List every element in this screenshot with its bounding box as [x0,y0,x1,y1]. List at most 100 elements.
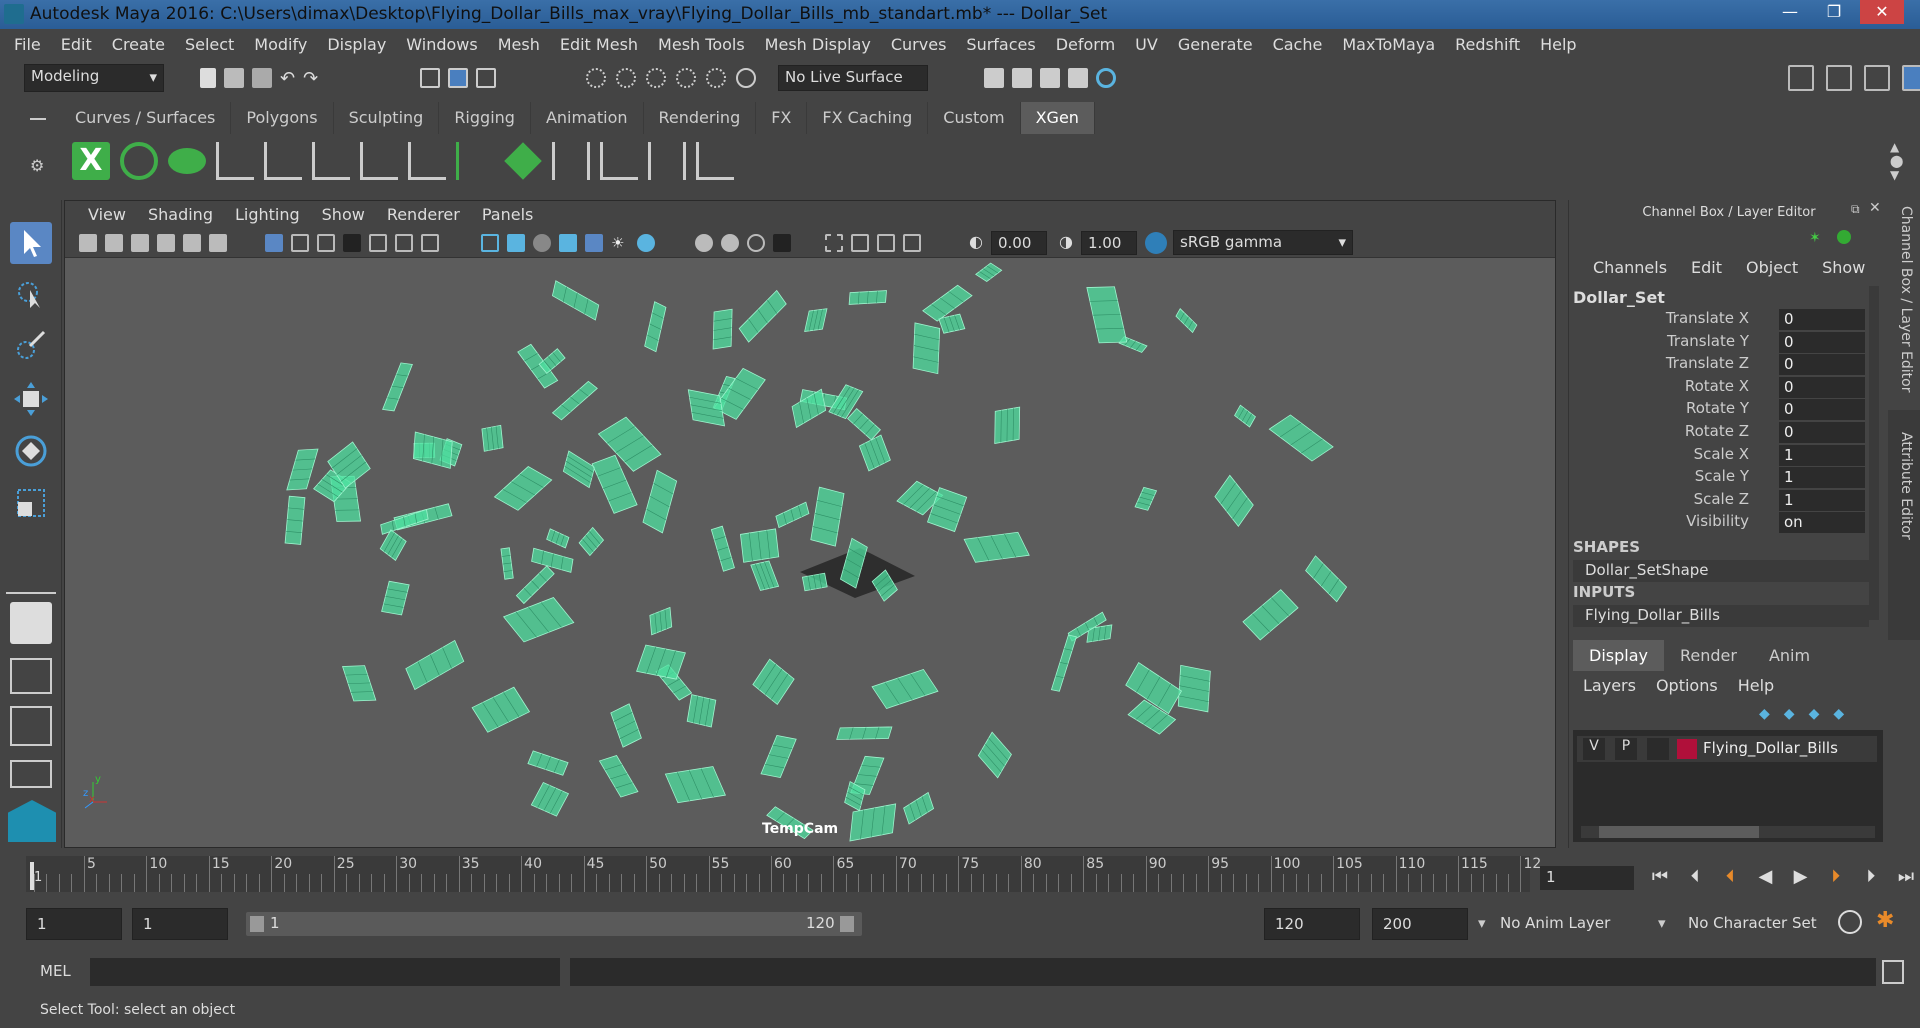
dollar-bill-mesh[interactable] [847,408,881,441]
dollar-bill-mesh[interactable] [644,301,667,353]
menu-deform[interactable]: Deform [1046,35,1125,54]
range-start-handle[interactable] [250,916,264,932]
perspective-viewport[interactable]: View Shading Lighting Show Renderer Pane… [64,200,1556,848]
le-menu-layers[interactable]: Layers [1583,676,1646,695]
tab-render[interactable]: Render [1663,640,1753,671]
depth-of-field-icon[interactable] [773,234,791,252]
tab-animation[interactable]: Animation [530,102,644,134]
dollar-bill-mesh[interactable] [710,525,735,572]
safe-title-icon[interactable] [421,234,439,252]
le-menu-options[interactable]: Options [1656,676,1728,695]
tab-polygons[interactable]: Polygons [231,102,334,134]
wireframe-on-shaded-icon[interactable] [559,234,577,252]
lasso-tool-icon[interactable] [10,274,52,316]
tab-anim[interactable]: Anim [1752,640,1827,671]
dollar-bill-mesh[interactable] [836,726,893,740]
xray-icon[interactable] [851,234,869,252]
time-ruler[interactable]: 5 10 15 20 25 30 35 40 45 50 55 60 65 70 75 80 85 90 95 100… [26,856,1541,892]
dollar-bill-mesh[interactable] [912,322,941,375]
close-panel-icon[interactable]: ✕ [1869,200,1881,216]
four-view-layout-icon[interactable] [10,658,52,694]
channel-row[interactable]: Rotate Y 0 [1569,399,1869,421]
hypershade-icon[interactable] [1096,68,1116,88]
viewport-menu-show[interactable]: Show [311,205,376,224]
tab-rigging[interactable]: Rigging [439,102,531,134]
textured-icon[interactable] [585,234,603,252]
dollar-bill-mesh[interactable] [405,639,465,691]
chevron-down-icon[interactable]: ▾ [1478,914,1486,932]
gate-mask-icon[interactable] [343,234,361,252]
dollar-bill-mesh[interactable] [994,406,1021,444]
channel-row[interactable]: Translate Y 0 [1569,331,1869,354]
dollar-bill-mesh[interactable] [284,495,306,545]
anti-aliasing-icon[interactable] [747,234,765,252]
smooth-shade-icon[interactable] [507,234,525,252]
dollar-bill-mesh[interactable] [515,565,555,605]
color-space-dropdown[interactable]: sRGB gamma ▾ [1173,230,1353,255]
menu-mesh-display[interactable]: Mesh Display [755,35,881,54]
tab-rendering[interactable]: Rendering [643,102,757,134]
close-button[interactable]: ✕ [1860,0,1904,24]
dollar-bill-mesh[interactable] [636,644,686,680]
channel-label[interactable]: Visibility [1686,512,1749,530]
dollar-bill-mesh[interactable] [1305,555,1348,603]
tab-display[interactable]: Display [1573,640,1664,671]
axis-icon[interactable]: ✶ [1809,230,1821,246]
layer-color-swatch[interactable] [1677,739,1697,759]
safe-action-icon[interactable] [395,234,413,252]
delete-guides-icon[interactable] [696,142,734,180]
scale-tool-icon[interactable] [10,482,52,524]
dollar-bill-mesh[interactable] [610,703,642,748]
tab-fx[interactable]: FX [756,102,808,134]
xray-components-icon[interactable] [903,234,921,252]
dollar-bill-mesh[interactable] [848,290,887,305]
layer-scrollbar[interactable] [1581,826,1875,838]
outliner-layout-icon[interactable] [10,706,52,746]
menu-help[interactable]: Help [1530,35,1586,54]
guide-cvs-icon[interactable] [312,142,350,180]
dollar-bill-mesh[interactable] [1268,414,1334,462]
menu-generate[interactable]: Generate [1168,35,1263,54]
rotate-tool-icon[interactable] [10,430,52,472]
channel-label[interactable]: Scale Y [1695,467,1749,485]
channel-label[interactable]: Translate Y [1667,332,1749,350]
lights-icon[interactable]: ☀ [611,234,629,252]
dollar-bill-mesh[interactable] [922,284,973,322]
menu-select[interactable]: Select [175,35,244,54]
dollar-bill-mesh[interactable] [1234,404,1256,428]
maya-home-icon[interactable] [8,800,56,842]
modeling-toolkit-icon[interactable] [1788,65,1814,91]
xgen-preview-icon[interactable] [120,142,158,180]
menu-curves[interactable]: Curves [881,35,957,54]
new-layer-icon[interactable]: ◆ [1809,706,1820,722]
channel-label[interactable]: Rotate X [1685,377,1749,395]
channel-value-field[interactable]: 0 [1779,376,1865,398]
dollar-bill-mesh[interactable] [382,362,413,412]
film-gate-icon[interactable] [291,234,309,252]
move-layer-down-icon[interactable]: ◆ [1784,706,1795,722]
select-component-icon[interactable] [476,68,496,88]
float-panel-icon[interactable]: ⧉ [1851,202,1860,217]
dollar-bill-mesh[interactable] [502,597,575,643]
dollar-bill-mesh[interactable] [381,580,410,616]
menu-mesh-tools[interactable]: Mesh Tools [648,35,755,54]
mel-label[interactable]: MEL [40,962,71,980]
channel-value-field[interactable]: 0 [1779,331,1865,353]
menu-create[interactable]: Create [102,35,175,54]
render-settings-icon[interactable] [1068,68,1088,88]
dollar-bill-mesh[interactable] [963,531,1030,563]
dollar-bill-mesh[interactable] [527,750,569,776]
input-item[interactable]: Flying_Dollar_Bills [1573,605,1869,627]
dollar-bill-mesh[interactable] [642,469,678,534]
menu-redshift[interactable]: Redshift [1445,35,1530,54]
channel-row[interactable]: Visibility on [1569,512,1869,534]
xgen-collection-icon[interactable] [168,148,206,174]
channel-value-field[interactable]: 0 [1779,422,1865,443]
step-forward-key-icon[interactable]: ⏵ [1824,865,1848,889]
animation-start-field[interactable]: 1 [26,908,122,940]
dollar-bill-mesh[interactable] [977,731,1012,779]
animation-end-field[interactable]: 200 [1372,908,1468,940]
tab-curves-surfaces[interactable]: Curves / Surfaces [60,102,232,134]
le-menu-help[interactable]: Help [1738,676,1784,695]
resolution-gate-icon[interactable] [317,234,335,252]
